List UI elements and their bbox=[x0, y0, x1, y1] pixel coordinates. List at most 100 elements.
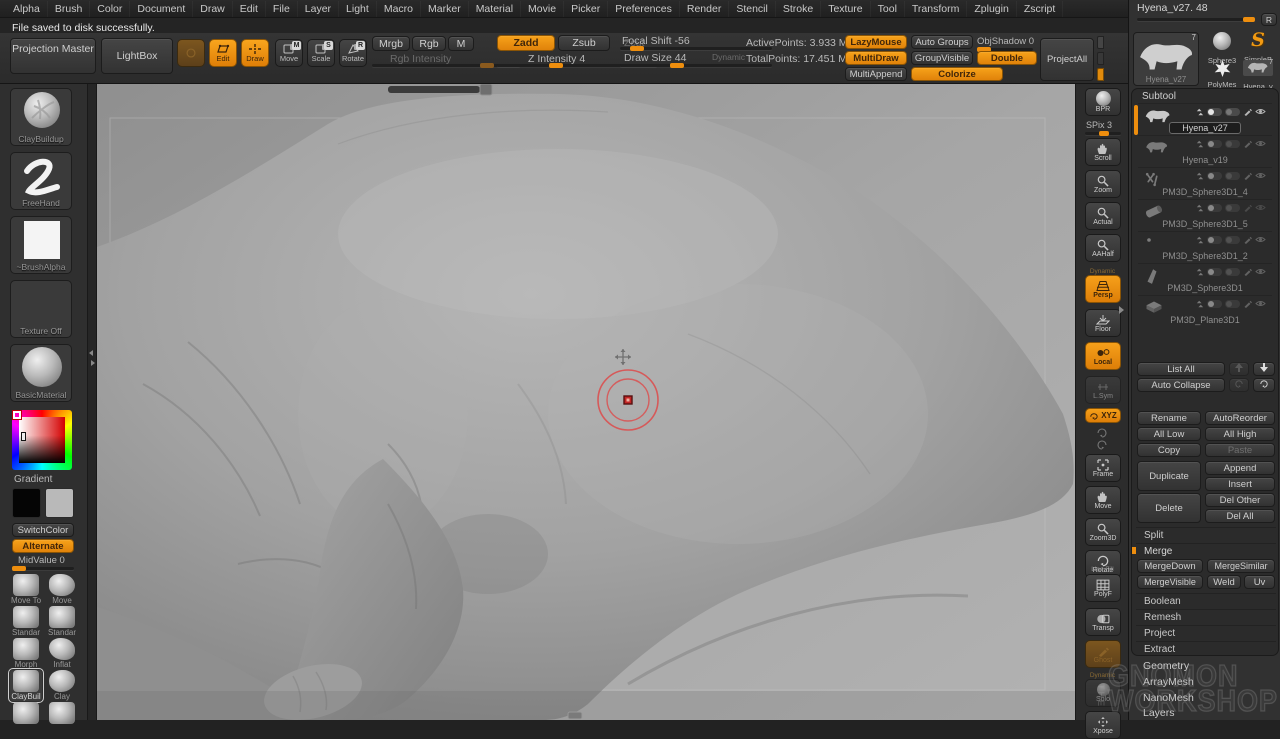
switchcolor-button[interactable]: SwitchColor bbox=[12, 523, 74, 537]
menu-texture[interactable]: Texture bbox=[821, 1, 870, 17]
del-other-button[interactable]: Del Other bbox=[1205, 493, 1275, 507]
rotate-cw-icon[interactable] bbox=[1096, 440, 1108, 450]
delete-button[interactable]: Delete bbox=[1137, 493, 1201, 523]
current-material[interactable]: BasicMaterial bbox=[10, 344, 72, 402]
mrgb-button[interactable]: Mrgb bbox=[372, 36, 410, 51]
menu-draw[interactable]: Draw bbox=[193, 1, 233, 17]
lightbox-button[interactable]: LightBox bbox=[101, 38, 173, 74]
brush-standard2[interactable]: Standar bbox=[46, 606, 78, 637]
edit-button[interactable]: Edit bbox=[209, 39, 237, 67]
paste-button[interactable]: Paste bbox=[1205, 443, 1275, 457]
menu-document[interactable]: Document bbox=[130, 1, 193, 17]
canvas-left-strip[interactable] bbox=[88, 84, 97, 720]
move-button[interactable]: M Move bbox=[275, 39, 303, 67]
current-alpha[interactable]: ~BrushAlpha bbox=[10, 216, 72, 274]
palette-arraymesh[interactable]: ArrayMesh bbox=[1143, 676, 1194, 688]
uv-button[interactable]: Uv bbox=[1244, 575, 1275, 589]
menu-movie[interactable]: Movie bbox=[521, 1, 564, 17]
merge-section[interactable]: Merge bbox=[1136, 543, 1276, 558]
subtool-up-button[interactable] bbox=[1229, 362, 1249, 376]
subtool-row-sphere3d1[interactable]: PM3D_Sphere3D1 bbox=[1138, 263, 1272, 295]
panel-divider-arrow[interactable] bbox=[1119, 306, 1124, 314]
subtool-row-hyena-v27[interactable]: Hyena_v27 bbox=[1138, 103, 1272, 135]
boolean-section[interactable]: Boolean bbox=[1136, 593, 1276, 608]
menu-picker[interactable]: Picker bbox=[564, 1, 608, 17]
brush-claybuildup-selected[interactable]: ClayBuil bbox=[10, 670, 42, 701]
brush-standard1[interactable]: Standar bbox=[10, 606, 42, 637]
mergedown-button[interactable]: MergeDown bbox=[1137, 559, 1203, 573]
current-texture[interactable]: Texture Off bbox=[10, 280, 72, 338]
menu-color[interactable]: Color bbox=[90, 1, 130, 17]
brush-clay[interactable]: Clay bbox=[46, 670, 78, 701]
all-low-button[interactable]: All Low bbox=[1137, 427, 1201, 441]
brush-morph[interactable]: Morph bbox=[10, 638, 42, 669]
menu-transform[interactable]: Transform bbox=[905, 1, 967, 17]
secondary-color-swatch[interactable] bbox=[45, 488, 74, 518]
dynamic-label[interactable]: Dynamic bbox=[712, 52, 745, 62]
main-color-swatch[interactable] bbox=[12, 488, 41, 518]
rotate-button[interactable]: R Rotate bbox=[339, 39, 367, 67]
weld-button[interactable]: Weld bbox=[1207, 575, 1241, 589]
extract-section[interactable]: Extract bbox=[1136, 641, 1276, 656]
tray-collapse-arrow-right[interactable] bbox=[91, 360, 95, 366]
subtool-row-sphere3d1-4[interactable]: PM3D_Sphere3D1_4 bbox=[1138, 167, 1272, 199]
color-picker[interactable] bbox=[12, 410, 72, 470]
multidraw-button[interactable]: MultiDraw bbox=[845, 51, 907, 65]
local-button[interactable]: Local bbox=[1085, 342, 1121, 370]
spix-label[interactable]: SPix 3 bbox=[1086, 120, 1112, 130]
menu-alpha[interactable]: Alpha bbox=[6, 1, 48, 17]
zsub-button[interactable]: Zsub bbox=[558, 35, 610, 51]
menu-file[interactable]: File bbox=[266, 1, 298, 17]
zadd-button[interactable]: Zadd bbox=[497, 35, 555, 51]
menu-layer[interactable]: Layer bbox=[298, 1, 339, 17]
subtool-row-sphere3d1-2[interactable]: PM3D_Sphere3D1_2 bbox=[1138, 231, 1272, 263]
menu-macro[interactable]: Macro bbox=[377, 1, 421, 17]
rotate-ccw-icon[interactable] bbox=[1096, 428, 1108, 438]
copy-button[interactable]: Copy bbox=[1137, 443, 1201, 457]
mergevisible-button[interactable]: MergeVisible bbox=[1137, 575, 1203, 589]
tool-hyena-prev[interactable]: 7 Hyena_v bbox=[1241, 60, 1275, 87]
multiappend-button[interactable]: MultiAppend bbox=[845, 67, 907, 81]
rgb-button[interactable]: Rgb bbox=[412, 36, 446, 51]
brush-moveto[interactable]: Move To bbox=[10, 574, 42, 605]
append-button[interactable]: Append bbox=[1205, 461, 1275, 475]
draw-button[interactable]: Draw bbox=[241, 39, 269, 67]
persp-button[interactable]: Persp bbox=[1085, 275, 1121, 303]
lsym-button[interactable]: L.Sym bbox=[1085, 376, 1121, 404]
sculpt-canvas[interactable] bbox=[88, 84, 1075, 720]
spix-slider[interactable] bbox=[1085, 132, 1121, 135]
menu-edit[interactable]: Edit bbox=[233, 1, 266, 17]
projection-master-button[interactable]: Projection Master bbox=[10, 38, 96, 74]
current-stroke-freehand[interactable]: FreeHand bbox=[10, 152, 72, 210]
mergesimilar-button[interactable]: MergeSimilar bbox=[1207, 559, 1275, 573]
m-button[interactable]: M bbox=[448, 36, 474, 51]
menu-brush[interactable]: Brush bbox=[48, 1, 90, 17]
insert-button[interactable]: Insert bbox=[1205, 477, 1275, 491]
double-button[interactable]: Double bbox=[977, 51, 1037, 65]
midvalue-slider[interactable] bbox=[12, 567, 74, 570]
subtool-row-plane3d1[interactable]: PM3D_Plane3D1 bbox=[1138, 295, 1272, 327]
subtool-down-button[interactable] bbox=[1253, 362, 1275, 376]
actual-button[interactable]: Actual bbox=[1085, 202, 1121, 230]
gradient-label[interactable]: Gradient bbox=[14, 474, 52, 485]
solo-button[interactable]: Solo bbox=[1085, 679, 1121, 707]
menu-preferences[interactable]: Preferences bbox=[608, 1, 680, 17]
menu-zplugin[interactable]: Zplugin bbox=[967, 1, 1016, 17]
aahalf-button[interactable]: AAHalf bbox=[1085, 234, 1121, 262]
clipped-button-2[interactable] bbox=[1097, 52, 1104, 65]
scroll-button[interactable]: Scroll bbox=[1085, 138, 1121, 166]
tool-simplebrush[interactable]: S SimpleB bbox=[1241, 32, 1275, 59]
ghost-button[interactable]: Ghost bbox=[1085, 640, 1121, 668]
menu-render[interactable]: Render bbox=[680, 1, 729, 17]
projectall-button[interactable]: ProjectAll bbox=[1040, 38, 1094, 81]
zoom3d-button[interactable]: Zoom3D bbox=[1085, 518, 1121, 546]
current-brush-claybuildup[interactable]: ClayBuildup bbox=[10, 88, 72, 146]
palette-nanomesh[interactable]: NanoMesh bbox=[1143, 692, 1194, 704]
menu-tool[interactable]: Tool bbox=[871, 1, 905, 17]
remesh-section[interactable]: Remesh bbox=[1136, 609, 1276, 624]
move3d-button[interactable]: Move bbox=[1085, 486, 1121, 514]
all-high-button[interactable]: All High bbox=[1205, 427, 1275, 441]
autoreorder-button[interactable]: AutoReorder bbox=[1205, 411, 1275, 425]
midvalue-label[interactable]: MidValue 0 bbox=[18, 555, 65, 566]
polyf-button[interactable]: PolyF bbox=[1085, 574, 1121, 602]
